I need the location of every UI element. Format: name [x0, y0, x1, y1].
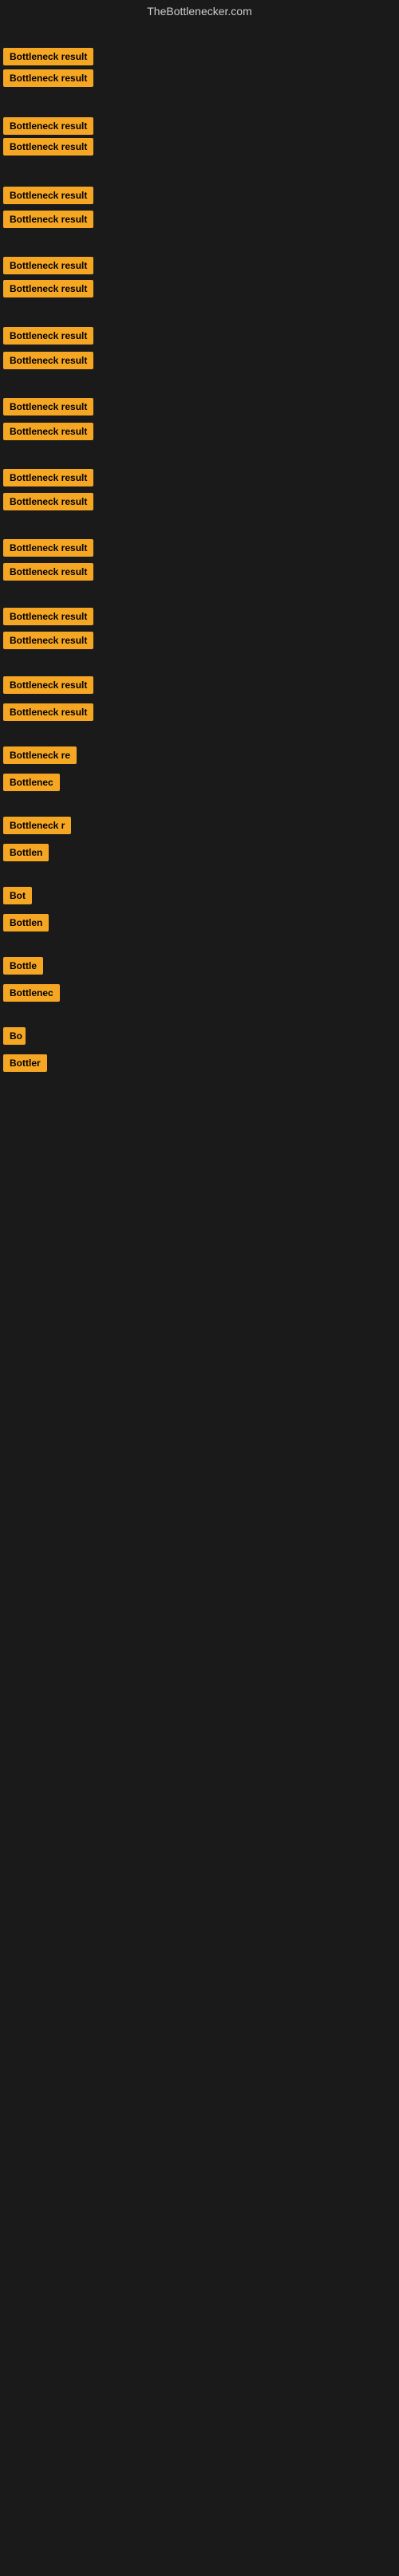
bottleneck-badge[interactable]: Bottleneck result [3, 563, 93, 581]
badge-row: Bottleneck result [3, 539, 93, 561]
bottleneck-badge[interactable]: Bottlenec [3, 984, 60, 1002]
badge-row: Bottleneck result [3, 352, 93, 373]
badge-row: Bo [3, 1027, 26, 1049]
bottleneck-badge[interactable]: Bottle [3, 957, 43, 975]
bottleneck-badge[interactable]: Bottleneck result [3, 187, 93, 204]
bottleneck-badge[interactable]: Bottlenec [3, 774, 60, 791]
badge-row: Bottleneck result [3, 423, 93, 444]
bottleneck-badge[interactable]: Bottlen [3, 914, 49, 932]
bottleneck-badge[interactable]: Bottleneck result [3, 280, 93, 297]
badge-row: Bottlen [3, 844, 49, 865]
badge-row: Bottleneck result [3, 211, 93, 232]
badge-row: Bottleneck re [3, 746, 77, 768]
bottleneck-badge[interactable]: Bottleneck result [3, 608, 93, 625]
badge-row: Bottler [3, 1054, 47, 1076]
badge-row: Bottleneck result [3, 257, 93, 278]
bottleneck-badge[interactable]: Bot [3, 887, 32, 904]
badge-row: Bottleneck result [3, 469, 93, 490]
bottleneck-badge[interactable]: Bottler [3, 1054, 47, 1072]
badge-row: Bottleneck result [3, 608, 93, 629]
badge-row: Bottleneck result [3, 280, 93, 301]
badge-row: Bottleneck result [3, 563, 93, 585]
bottleneck-badge[interactable]: Bottleneck r [3, 817, 71, 834]
badge-row: Bottlenec [3, 984, 60, 1006]
bottleneck-badge[interactable]: Bottleneck result [3, 423, 93, 440]
badge-row: Bottleneck result [3, 187, 93, 208]
badge-row: Bottleneck result [3, 703, 93, 725]
bottleneck-badge[interactable]: Bottleneck result [3, 257, 93, 274]
site-title: TheBottlenecker.com [0, 0, 399, 24]
bottleneck-badge[interactable]: Bottleneck result [3, 327, 93, 345]
bottleneck-badge[interactable]: Bottleneck result [3, 352, 93, 369]
bottleneck-badge[interactable]: Bottleneck result [3, 138, 93, 156]
bottleneck-badge[interactable]: Bottleneck result [3, 469, 93, 486]
bottleneck-badge[interactable]: Bottleneck result [3, 703, 93, 721]
bottleneck-badge[interactable]: Bottleneck result [3, 676, 93, 694]
bottleneck-badge[interactable]: Bottleneck result [3, 493, 93, 510]
bottleneck-badge[interactable]: Bo [3, 1027, 26, 1045]
bottleneck-badge[interactable]: Bottleneck re [3, 746, 77, 764]
bottleneck-badge[interactable]: Bottlen [3, 844, 49, 861]
badge-row: Bottleneck result [3, 117, 93, 139]
bottleneck-badge[interactable]: Bottleneck result [3, 211, 93, 228]
badge-row: Bottlenec [3, 774, 60, 795]
bottleneck-badge[interactable]: Bottleneck result [3, 398, 93, 416]
bottleneck-badge[interactable]: Bottleneck result [3, 117, 93, 135]
bottleneck-badge[interactable]: Bottleneck result [3, 632, 93, 649]
badge-row: Bottlen [3, 914, 49, 935]
badge-row: Bottleneck result [3, 69, 93, 91]
bottleneck-badge[interactable]: Bottleneck result [3, 48, 93, 65]
badge-row: Bot [3, 887, 32, 908]
badge-row: Bottleneck result [3, 327, 93, 349]
badge-row: Bottleneck result [3, 676, 93, 698]
badge-row: Bottleneck result [3, 48, 93, 69]
badge-row: Bottleneck result [3, 493, 93, 514]
badge-row: Bottleneck result [3, 138, 93, 160]
badge-row: Bottleneck result [3, 632, 93, 653]
bottleneck-badge[interactable]: Bottleneck result [3, 69, 93, 87]
bottleneck-badge[interactable]: Bottleneck result [3, 539, 93, 557]
badge-row: Bottle [3, 957, 43, 979]
badge-row: Bottleneck r [3, 817, 71, 838]
badge-row: Bottleneck result [3, 398, 93, 419]
